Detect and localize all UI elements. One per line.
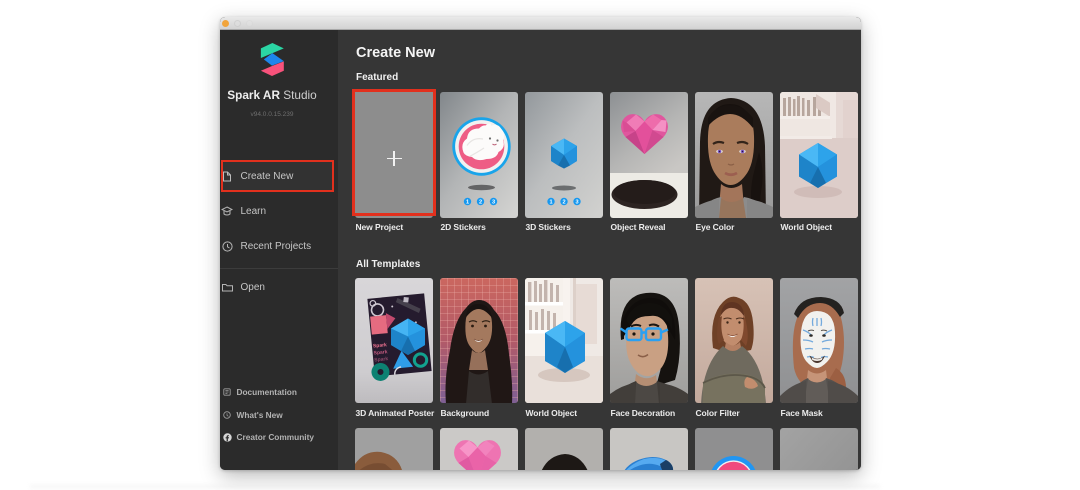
svg-text:3: 3	[491, 200, 494, 206]
svg-text:2: 2	[562, 200, 565, 206]
svg-text:1: 1	[549, 200, 552, 206]
svg-text:3: 3	[575, 200, 578, 206]
svg-text:2: 2	[478, 200, 481, 206]
svg-text:1: 1	[465, 200, 468, 206]
